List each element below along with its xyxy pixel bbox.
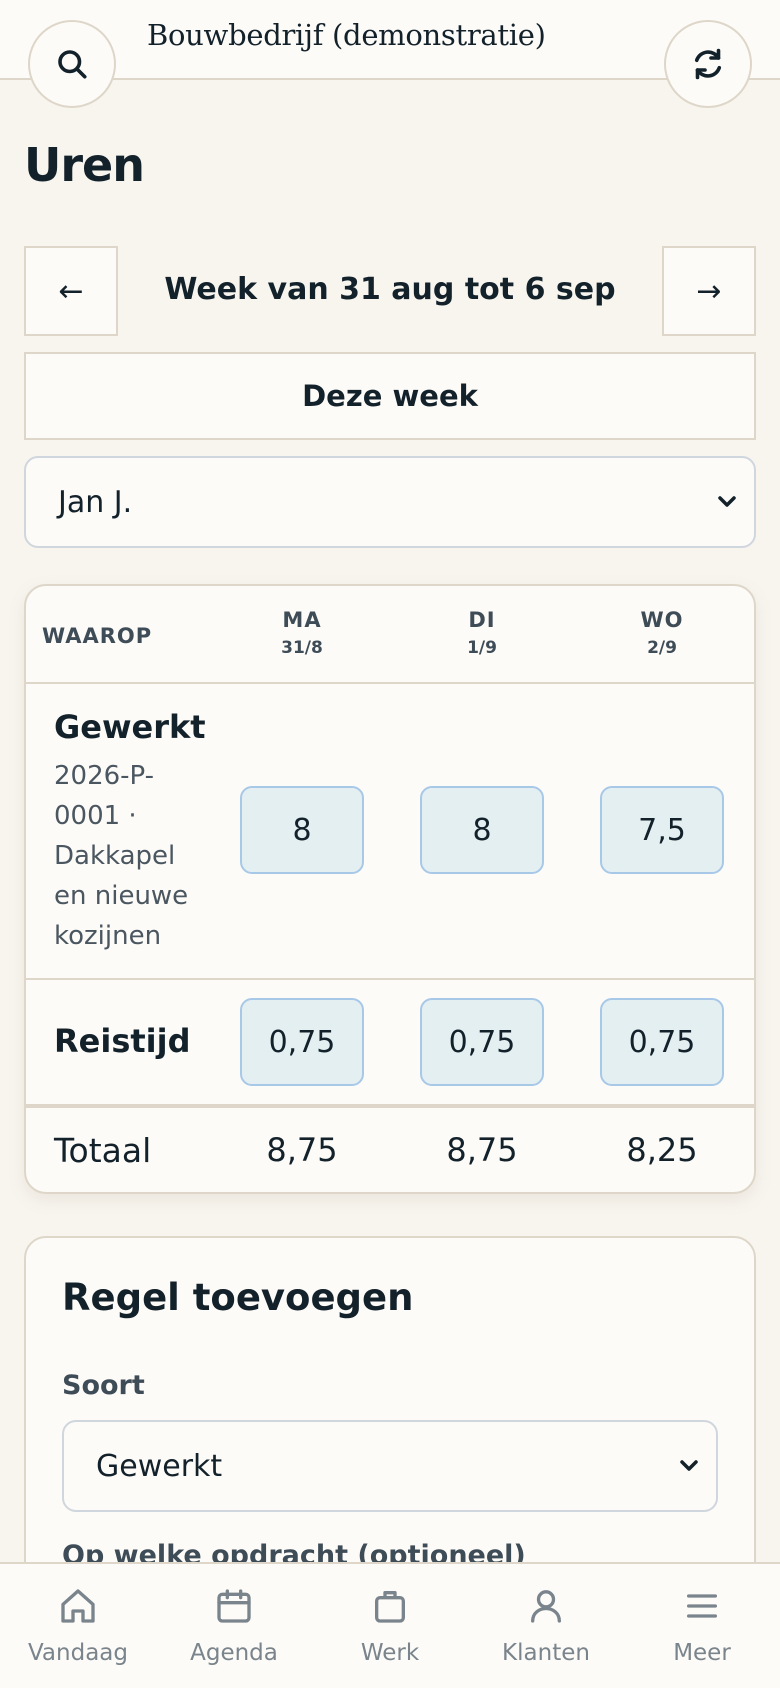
nav-item-meer[interactable]: Meer <box>624 1564 780 1688</box>
refresh-icon <box>694 48 722 80</box>
app-header: Bouwbedrijf (demonstratie) <box>0 0 780 80</box>
nav-item-werk[interactable]: Werk <box>312 1564 468 1688</box>
briefcase-icon <box>375 1591 405 1623</box>
next-week-button[interactable]: → <box>662 246 756 336</box>
column-header-day: MA 31/8 <box>281 608 323 658</box>
row-subtitle-assignment: 2026-P-0001 · Dakkapel en nieuwe kozijne… <box>54 761 189 951</box>
calendar-icon <box>217 1589 251 1623</box>
hours-input-reistijd-wo[interactable]: 0,75 <box>600 998 724 1086</box>
this-week-label: Deze week <box>302 379 478 413</box>
total-label: Totaal <box>54 1131 152 1170</box>
row-title-gewerkt: Gewerkt <box>54 708 206 746</box>
hours-input-reistijd-ma[interactable]: 0,75 <box>240 998 364 1086</box>
bottom-navigation: Vandaag Agenda Werk Klanten Meer <box>0 1562 780 1688</box>
type-select[interactable]: Gewerkt <box>62 1420 718 1512</box>
hours-input-gewerkt-wo[interactable]: 7,5 <box>600 786 724 874</box>
refresh-button[interactable] <box>664 20 752 108</box>
chevron-down-icon <box>718 496 736 507</box>
page-title: Uren <box>24 138 145 192</box>
column-header-day: WO 2/9 <box>640 608 684 658</box>
add-line-title: Regel toevoegen <box>62 1276 414 1319</box>
divider <box>26 978 754 980</box>
menu-icon <box>687 1594 717 1618</box>
arrow-right-icon: → <box>696 273 722 309</box>
hours-input-gewerkt-ma[interactable]: 8 <box>240 786 364 874</box>
column-header-waarop: WAAROP <box>42 624 153 648</box>
search-button[interactable] <box>28 20 116 108</box>
nav-item-agenda[interactable]: Agenda <box>156 1564 312 1688</box>
nav-item-vandaag[interactable]: Vandaag <box>0 1564 156 1688</box>
home-icon <box>61 1589 95 1623</box>
column-header-day: DI 1/9 <box>467 608 497 658</box>
employee-select[interactable]: Jan J. <box>24 456 756 548</box>
row-title-reistijd: Reistijd <box>54 1022 191 1060</box>
brand-title: Bouwbedrijf (demonstratie) <box>147 18 546 52</box>
hours-input-reistijd-di[interactable]: 0,75 <box>420 998 544 1086</box>
divider <box>26 682 754 684</box>
previous-week-button[interactable]: ← <box>24 246 118 336</box>
employee-select-value: Jan J. <box>58 484 133 520</box>
user-icon <box>531 1590 561 1623</box>
week-label: Week van 31 aug tot 6 sep <box>164 272 616 307</box>
type-label: Soort <box>62 1370 145 1401</box>
this-week-button[interactable]: Deze week <box>24 352 756 440</box>
type-select-value: Gewerkt <box>96 1448 223 1484</box>
arrow-left-icon: ← <box>58 273 84 309</box>
search-icon <box>58 50 87 79</box>
nav-item-klanten[interactable]: Klanten <box>468 1564 624 1688</box>
hours-input-gewerkt-di[interactable]: 8 <box>420 786 544 874</box>
chevron-down-icon <box>680 1460 698 1471</box>
total-value-ma: 8,75 <box>266 1131 338 1169</box>
total-value-wo: 8,25 <box>626 1131 698 1169</box>
divider <box>26 1104 754 1108</box>
total-value-di: 8,75 <box>446 1131 518 1169</box>
